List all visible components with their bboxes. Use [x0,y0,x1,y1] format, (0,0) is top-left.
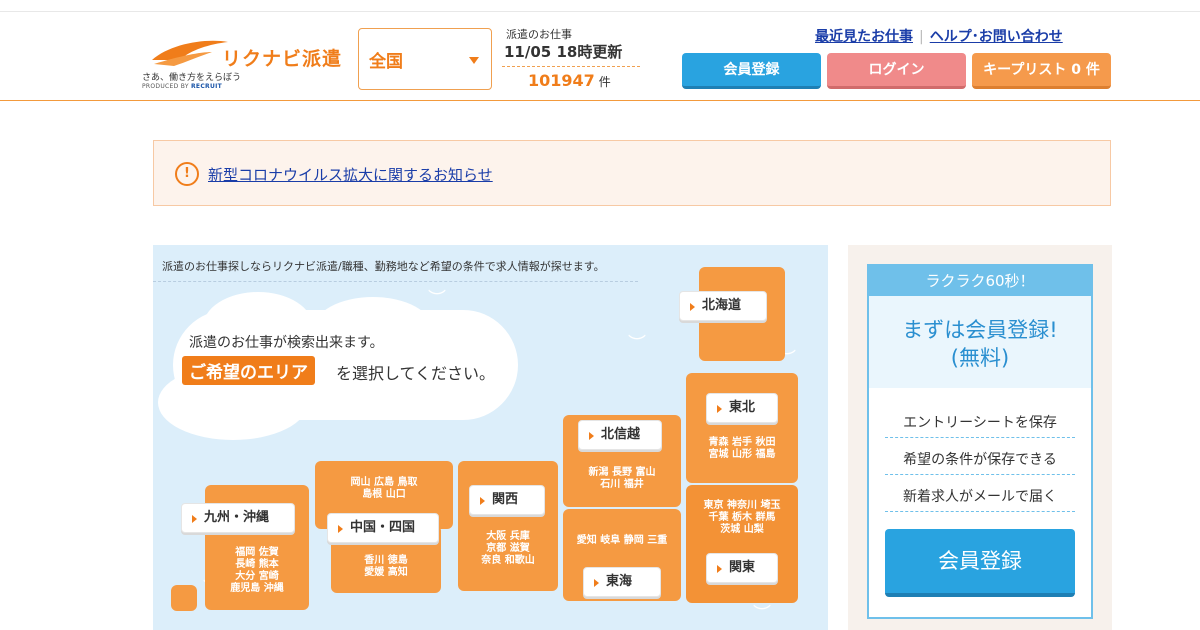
area-map: 派遣のお仕事探しならリクナビ派遣/職種、勤務地など希望の条件で求人情報が探せます… [153,245,828,630]
region-kyushu-button[interactable]: 九州・沖縄 [181,503,295,533]
register-button[interactable]: 会員登録 [682,53,821,89]
region-tohoku-shape[interactable] [686,373,798,483]
update-time: 11/05 18時更新 [504,43,623,61]
login-button[interactable]: ログイン [827,53,966,89]
alert-icon: ! [175,162,199,186]
notice-banner: ! 新型コロナウイルス拡大に関するお知らせ [153,140,1111,206]
jobs-label: 派遣のお仕事 [506,28,572,41]
notice-link[interactable]: 新型コロナウイルス拡大に関するお知らせ [208,164,493,185]
site-logo[interactable]: リクナビ派遣 さあ、働き方をえらぼう PRODUCED BY RECRUIT [142,24,347,94]
job-count: 派遣のお仕事 11/05 18時更新 101947 件 [502,24,640,94]
region-okinawa-shape[interactable] [171,585,197,611]
area-highlight: ご希望のエリア [182,356,315,385]
recent-jobs-link[interactable]: 最近見たお仕事 [815,29,913,45]
shikoku-prefs: 香川 徳島 愛媛 高知 [364,555,408,578]
kansai-prefs: 大阪 兵庫 京都 滋賀 奈良 和歌山 [481,531,535,566]
benefit-item: 新着求人がメールで届く [885,486,1075,512]
register-card: ラクラク60秒！ まずは会員登録! (無料) エントリーシートを保存 希望の条件… [867,264,1093,619]
promo-register-button[interactable]: 会員登録 [885,529,1075,597]
wave-decoration: ︶ [753,604,771,625]
keeplist-button[interactable]: キープリスト 0 件 [972,53,1111,89]
wave-decoration: ︶ [628,334,646,355]
promo-head: ラクラク60秒！ [869,266,1091,296]
chevron-down-icon [469,57,479,64]
divider [502,66,640,67]
region-kansai-button[interactable]: 関西 [469,485,545,515]
produced-by: PRODUCED BY RECRUIT [142,83,223,90]
chugoku-prefs: 岡山 広島 鳥取 島根 山口 [350,477,418,500]
tohoku-prefs: 青森 岩手 秋田 宮城 山形 福島 [708,437,776,460]
map-instruction-text: を選択してください。 [336,364,496,383]
tokai-prefs: 愛知 岐阜 静岡 三重 [576,535,668,546]
region-tokai-button[interactable]: 東海 [583,567,661,597]
kanto-prefs: 東京 神奈川 埼玉 千葉 栃木 群馬 茨城 山梨 [703,500,781,535]
area-select[interactable]: 全国 [358,28,492,90]
region-hokushinetsu-button[interactable]: 北信越 [578,420,662,450]
hokushinetsu-prefs: 新潟 長野 富山 石川 福井 [588,467,656,490]
benefit-item: エントリーシートを保存 [885,412,1075,438]
region-hokkaido-button[interactable]: 北海道 [679,291,767,321]
region-kanto-button[interactable]: 関東 [706,553,778,583]
divider [153,281,638,282]
map-intro-text: 派遣のお仕事が検索出来ます。 [189,335,384,351]
region-kansai-shape[interactable] [458,461,558,591]
area-select-value: 全国 [369,52,403,72]
register-promo: ラクラク60秒！ まずは会員登録! (無料) エントリーシートを保存 希望の条件… [848,245,1112,630]
benefit-item: 希望の条件が保存できる [885,449,1075,475]
kyushu-prefs: 福岡 佐賀 長崎 熊本 大分 宮崎 鹿児島 沖縄 [230,547,284,594]
brand-name: リクナビ派遣 [222,48,343,70]
map-description: 派遣のお仕事探しならリクナビ派遣/職種、勤務地など希望の条件で求人情報が探せます… [162,260,605,273]
wave-decoration: ︶ [428,289,446,310]
region-chugoku-button[interactable]: 中国・四国 [327,513,439,543]
top-links: 最近見たお仕事 | ヘルプ･お問い合わせ [815,26,1063,46]
promo-title: まずは会員登録! (無料) [902,318,1058,370]
job-count-value: 101947 件 [528,71,611,90]
help-link[interactable]: ヘルプ･お問い合わせ [930,29,1063,45]
divider: | [919,29,924,45]
logo-swoosh-icon [152,40,228,66]
site-header: リクナビ派遣 さあ、働き方をえらぼう PRODUCED BY RECRUIT 全… [0,12,1200,101]
top-border [0,0,1200,12]
tagline: さあ、働き方をえらぼう [142,73,242,83]
region-tohoku-button[interactable]: 東北 [706,393,778,423]
